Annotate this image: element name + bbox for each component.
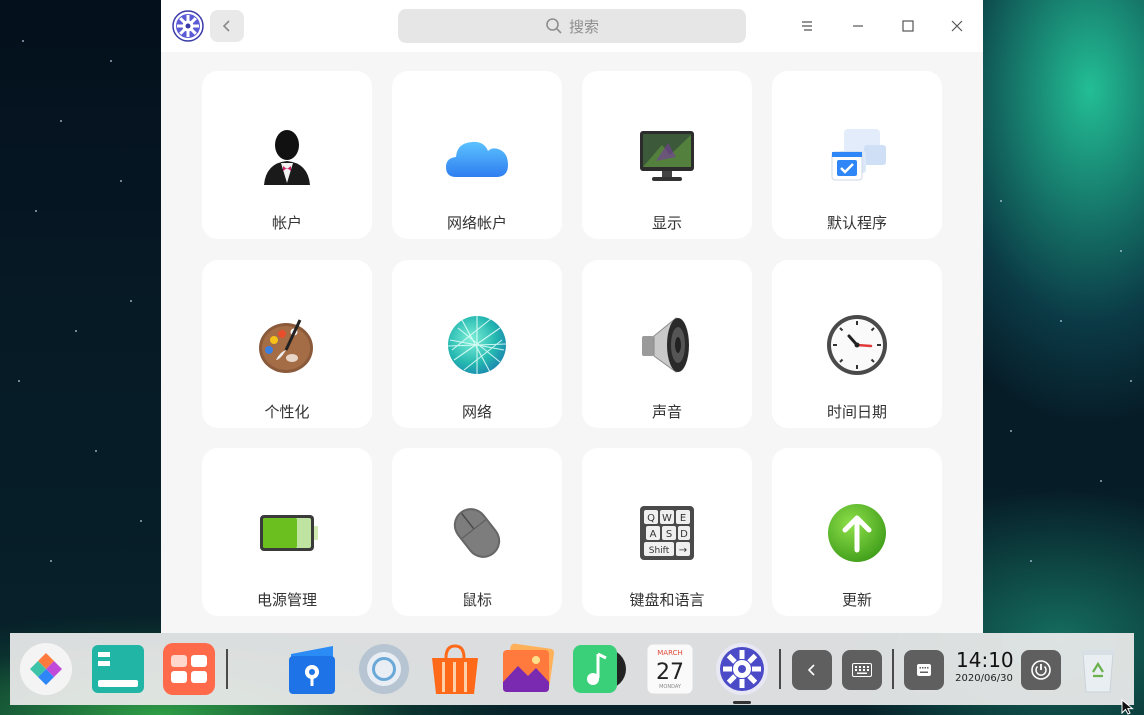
update-arrow-icon	[828, 504, 886, 562]
tray-collapse-button[interactable]	[792, 650, 832, 690]
network-globe-icon	[447, 316, 507, 374]
menu-icon	[802, 21, 812, 31]
module-card-update[interactable]: 更新	[772, 448, 942, 616]
close-button[interactable]	[945, 14, 969, 38]
active-indicator	[733, 701, 751, 704]
module-card-power[interactable]: 电源管理	[202, 448, 372, 616]
module-card-account[interactable]: 帐户	[202, 71, 372, 239]
dock-separator	[226, 649, 228, 689]
dock: MARCH 27 MONDAY 14:10 2020/06/30	[10, 633, 1134, 705]
module-label: 默认程序	[826, 214, 887, 232]
minimize-icon	[853, 25, 863, 27]
maximize-button[interactable]	[896, 14, 920, 38]
power-button[interactable]	[1021, 650, 1061, 690]
mouse-icon	[453, 508, 501, 558]
module-card-display[interactable]: 显示	[582, 71, 752, 239]
keyboard-icon	[852, 663, 872, 677]
battery-icon	[260, 515, 318, 551]
dock-separator	[779, 649, 781, 689]
search-input[interactable]: 搜索	[398, 9, 746, 43]
svg-text:Q: Q	[647, 513, 655, 524]
titlebar: 搜索	[161, 0, 983, 52]
module-card-default-apps[interactable]: 默认程序	[772, 71, 942, 239]
control-center-window: 搜索 帐户 网络帐户 显示 默认程序 个性化 网络 声音 时间日期 电源管理 鼠…	[161, 0, 983, 633]
module-label: 显示	[651, 214, 682, 232]
dock-separator	[892, 649, 894, 689]
module-card-datetime[interactable]: 时间日期	[772, 260, 942, 428]
module-card-personalization[interactable]: 个性化	[202, 260, 372, 428]
svg-text:E: E	[680, 513, 686, 524]
photo-viewer-icon[interactable]	[500, 642, 554, 696]
module-card-network[interactable]: 网络	[392, 260, 562, 428]
input-method-button[interactable]	[904, 650, 944, 690]
module-card-online-account[interactable]: 网络帐户	[392, 71, 562, 239]
close-icon	[951, 20, 963, 32]
control-center-icon[interactable]	[715, 642, 769, 696]
menu-button[interactable]	[795, 14, 819, 38]
cloud-icon	[446, 141, 508, 177]
svg-text:A: A	[650, 529, 657, 540]
module-label: 网络帐户	[446, 214, 507, 232]
mouse-cursor-icon	[1121, 699, 1134, 715]
maximize-icon	[902, 20, 914, 32]
svg-text:→: →	[679, 545, 687, 556]
keyboard-icon: QWE ASD Shift →	[640, 506, 694, 560]
calendar-day: 27	[656, 660, 684, 685]
calendar-icon[interactable]: MARCH 27 MONDAY	[643, 642, 697, 696]
module-card-sound[interactable]: 声音	[582, 260, 752, 428]
clock-icon	[827, 315, 887, 375]
palette-icon	[259, 319, 313, 373]
calendar-weekday: MONDAY	[659, 684, 682, 690]
module-label: 时间日期	[826, 403, 887, 421]
clock-date[interactable]: 2020/06/30	[952, 673, 1016, 684]
module-card-keyboard[interactable]: QWE ASD Shift → 键盘和语言	[582, 448, 752, 616]
chevron-left-icon	[222, 20, 230, 32]
speaker-icon	[642, 316, 689, 373]
chevron-left-icon	[807, 664, 815, 676]
power-icon	[1031, 660, 1051, 680]
launcher-icon[interactable]	[19, 642, 73, 696]
module-label: 网络	[461, 403, 492, 421]
multitask-view-icon[interactable]	[91, 642, 145, 696]
module-card-mouse[interactable]: 鼠标	[392, 448, 562, 616]
trash-icon[interactable]	[1071, 642, 1125, 696]
svg-text:S: S	[666, 529, 672, 540]
monitor-icon	[640, 131, 694, 181]
default-apps-icon	[831, 129, 886, 181]
svg-text:Shift: Shift	[649, 546, 670, 556]
module-label: 声音	[651, 403, 682, 421]
calendar-month: MARCH	[657, 649, 683, 657]
module-label: 键盘和语言	[629, 591, 705, 609]
module-label: 个性化	[264, 403, 310, 421]
app-store-icon[interactable]	[428, 642, 482, 696]
search-icon	[546, 18, 562, 34]
clock-time[interactable]: 14:10	[956, 648, 1014, 672]
settings-gear-icon[interactable]	[172, 10, 204, 42]
module-label: 帐户	[271, 214, 302, 232]
show-desktop-icon[interactable]	[162, 642, 216, 696]
account-icon	[264, 130, 310, 185]
module-label: 鼠标	[461, 591, 492, 609]
input-method-icon	[917, 664, 931, 676]
back-button[interactable]	[210, 10, 244, 42]
search-placeholder: 搜索	[568, 17, 599, 36]
file-manager-icon[interactable]	[285, 642, 339, 696]
music-icon[interactable]	[572, 642, 626, 696]
svg-text:W: W	[662, 513, 672, 524]
onscreen-keyboard-button[interactable]	[842, 650, 882, 690]
browser-icon[interactable]	[357, 642, 411, 696]
module-label: 电源管理	[256, 591, 317, 609]
svg-text:D: D	[680, 529, 688, 540]
module-label: 更新	[841, 591, 872, 609]
minimize-button[interactable]	[846, 14, 870, 38]
